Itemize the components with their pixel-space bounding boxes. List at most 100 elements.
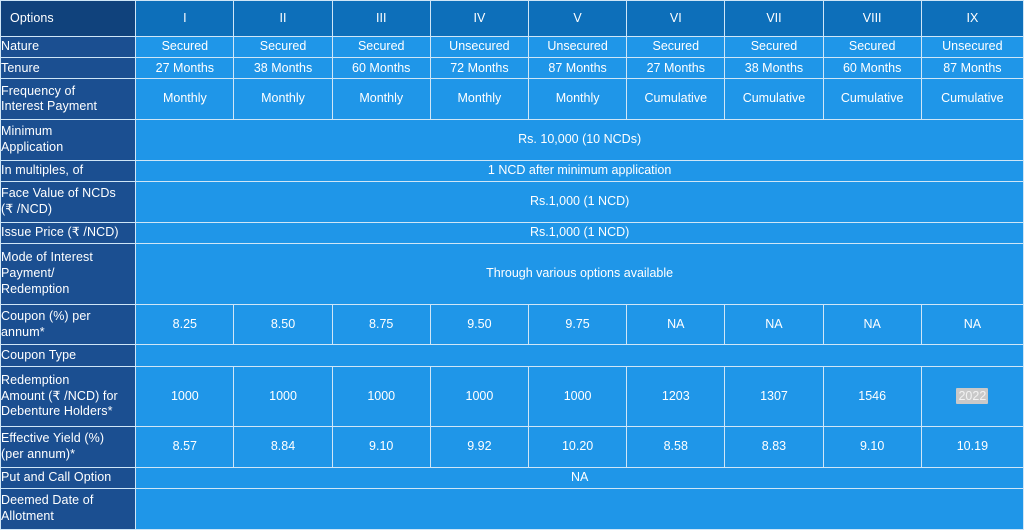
row-label: Coupon (%) per annum* [0, 303, 137, 346]
selected-text: 2022 [956, 387, 989, 404]
row-label-line: In multiples, of [1, 163, 84, 178]
row-label: Put and Call Option [0, 466, 137, 490]
row-label: Redemption Amount (₹ /NCD) for Debenture H… [0, 365, 137, 428]
data-cell: Cumulative [626, 78, 726, 121]
row-label-line: Debenture Holders* [1, 404, 113, 419]
data-cell: 1000 [135, 365, 235, 428]
row-label-line: (₹ /NCD) [1, 202, 53, 216]
ncd-terms-table: Options I II III IV V VI VII VIII IX Nature Secured… [0, 0, 1024, 530]
column-header-viii: VIII [822, 0, 922, 38]
row-label-line: Frequency of [1, 83, 76, 98]
data-cell: 1307 [724, 365, 824, 428]
row-label-line: Mode of Interest [1, 250, 93, 265]
row-label-line: Application [1, 140, 64, 155]
table-row: Tenure 27 Months 38 Months 60 Months 72 Mont… [0, 57, 1024, 80]
row-label: Issue Price (₹ /NCD) [0, 221, 137, 244]
row-label-line: Nature [1, 39, 40, 54]
row-label: Effective Yield (%) (per annum)* [0, 426, 137, 468]
table-row: Deemed Date of Allotment [0, 488, 1024, 530]
data-cell: 27 Months [626, 57, 726, 80]
row-label-line: Minimum [1, 124, 53, 139]
merged-cell: Through various options available [135, 242, 1024, 305]
data-cell: NA [920, 303, 1024, 346]
data-cell: 60 Months [822, 57, 922, 80]
column-header-v: V [527, 0, 628, 38]
table-row: Effective Yield (%) (per annum)* 8.57 8.84 9… [0, 426, 1024, 468]
row-label: Tenure [0, 57, 137, 80]
row-label-line: Interest Payment [1, 99, 98, 114]
data-cell: 8.25 [135, 303, 235, 346]
data-cell: Secured [822, 36, 922, 59]
merged-cell: NA [135, 466, 1024, 490]
data-cell: NA [822, 303, 922, 346]
data-cell: 8.50 [233, 303, 333, 346]
row-label-line: Put and Call Option [1, 470, 112, 485]
data-cell: Unsecured [429, 36, 530, 59]
table-header-row: Options I II III IV V VI VII VIII IX [0, 0, 1024, 38]
column-header-vii: VII [724, 0, 824, 38]
data-cell: 1000 [429, 365, 530, 428]
row-label-line: Issue Price (₹ /NCD) [1, 225, 119, 240]
merged-cell: Rs.1,000 (1 NCD) [135, 221, 1024, 244]
row-label-line: Tenure [1, 60, 40, 75]
ncd-terms-table-screenshot: Options I II III IV V VI VII VIII IX Nature Secured… [0, 0, 1024, 530]
data-cell: Unsecured [527, 36, 628, 59]
row-label-line: Deemed Date of [1, 493, 94, 508]
data-cell: NA [626, 303, 726, 346]
merged-cell-empty [135, 344, 1024, 367]
data-cell: 1546 [822, 365, 922, 428]
data-cell: Monthly [331, 78, 431, 121]
merged-cell: 1 NCD after minimum application [135, 160, 1024, 183]
data-cell: Monthly [135, 78, 235, 121]
row-label-line: Allotment [1, 509, 55, 524]
data-cell: 2022 [920, 365, 1024, 428]
table-row: Coupon Type [0, 344, 1024, 367]
column-header-ii: II [233, 0, 333, 38]
row-label: In multiples, of [0, 160, 137, 183]
table-row: Nature Secured Secured Secured Unsecured Unse… [0, 36, 1024, 59]
data-cell: 8.83 [724, 426, 824, 468]
column-header-iii: III [331, 0, 431, 38]
data-cell: Monthly [233, 78, 333, 121]
table-row: Redemption Amount (₹ /NCD) for Debenture H… [0, 365, 1024, 428]
merged-cell-empty [135, 488, 1024, 530]
data-cell: Secured [135, 36, 235, 59]
table-row: Put and Call Option NA [0, 466, 1024, 490]
data-cell: 1000 [233, 365, 333, 428]
data-cell: 9.10 [331, 426, 431, 468]
header-label-options: Options [0, 0, 137, 38]
data-cell: NA [724, 303, 824, 346]
table-row: In multiples, of 1 NCD after minimum appl… [0, 160, 1024, 183]
data-cell: 1000 [527, 365, 628, 428]
row-label: Coupon Type [0, 344, 137, 367]
column-header-vi: VI [626, 0, 726, 38]
data-cell: Secured [626, 36, 726, 59]
table-row: Minimum Application Rs. 10,000 (10 NCDs) [0, 119, 1024, 162]
row-label-line: Amount (₹ /NCD) for [1, 388, 118, 403]
data-cell: Cumulative [920, 78, 1024, 121]
data-cell: 9.10 [822, 426, 922, 468]
data-cell: Cumulative [822, 78, 922, 121]
table-row: Coupon (%) per annum* 8.25 8.50 8.75 9.50 9.75… [0, 303, 1024, 346]
data-cell: 38 Months [233, 57, 333, 80]
row-label: Minimum Application [0, 119, 137, 162]
row-label: Face Value of NCDs (₹ /NCD) [0, 181, 137, 223]
table-row: Issue Price (₹ /NCD) Rs.1,000 (1 NCD) [0, 221, 1024, 244]
data-cell: 8.75 [331, 303, 431, 346]
data-cell: 10.19 [920, 426, 1024, 468]
table-body: Options I II III IV V VI VII VIII IX Nature Secured… [0, 0, 1024, 530]
data-cell: 72 Months [429, 57, 530, 80]
data-cell: 1203 [626, 365, 726, 428]
row-label: Mode of Interest Payment/Redemption [0, 242, 137, 305]
data-cell: 60 Months [331, 57, 431, 80]
row-label-line: Redemption [1, 281, 70, 296]
data-cell: 9.50 [429, 303, 530, 346]
row-label-line: Payment/ [1, 265, 55, 280]
data-cell: 9.92 [429, 426, 530, 468]
row-label-line: Coupon (%) per [1, 308, 91, 323]
table-row: Mode of Interest Payment/Redemption Throug… [0, 242, 1024, 305]
row-label-line: (per annum)* [1, 447, 76, 462]
row-label-line: Redemption [1, 372, 70, 387]
data-cell: Secured [724, 36, 824, 59]
row-label: Nature [0, 36, 137, 59]
